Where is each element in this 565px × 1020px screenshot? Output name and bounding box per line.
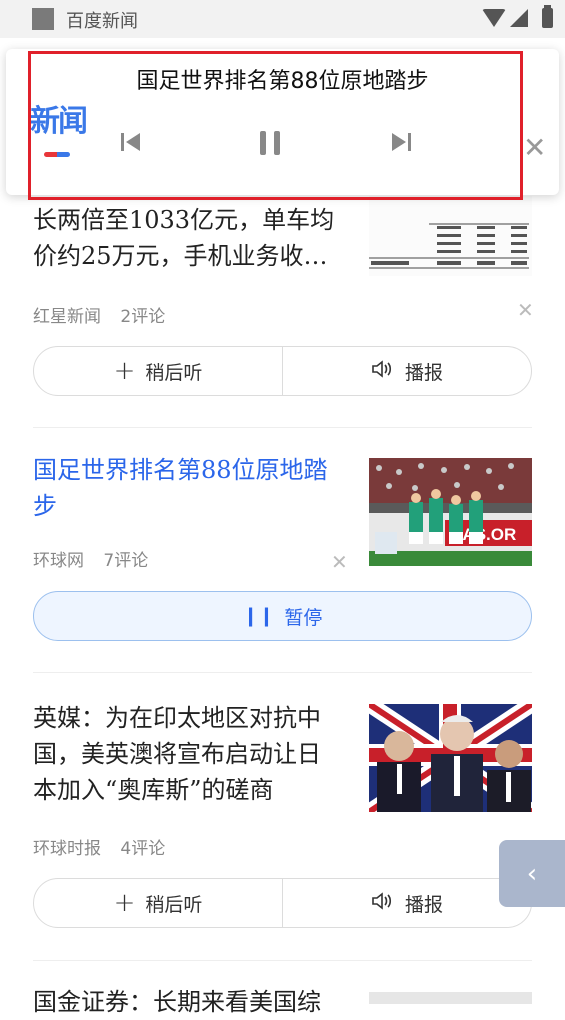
article-meta: 环球网 7评论 — [33, 546, 162, 571]
article-meta: 环球时报 4评论 — [33, 834, 179, 859]
app-icon — [32, 8, 54, 30]
listen-later-button[interactable]: + 稍后听 — [34, 347, 282, 395]
pause-icon: ❙❙ — [242, 605, 275, 627]
speaker-icon — [371, 891, 393, 915]
article-meta: 红星新闻 2评论 — [33, 302, 179, 327]
article-comments: 7评论 — [103, 551, 149, 571]
article-item[interactable]: 国金证券：长期来看美国综 — [33, 984, 532, 1020]
divider — [33, 427, 532, 428]
highlight-box — [28, 51, 523, 200]
article-headline-line: 价约25万元，手机业务收… — [33, 242, 328, 270]
wifi-icon — [482, 9, 506, 27]
article-thumbnail[interactable] — [369, 704, 532, 812]
article-thumbnail[interactable]: FAS.OR — [369, 458, 532, 566]
divider — [33, 672, 532, 673]
article-item[interactable]: 国足世界排名第88位原地踏 步 FAS.OR 环球网 7评论 ✕ ❙❙ 暂停 — [33, 452, 532, 641]
article-headline-line: 本加入“奥库斯”的磋商 — [33, 776, 274, 804]
status-bar: 百度新闻 — [0, 0, 565, 38]
listen-later-button[interactable]: + 稍后听 — [34, 879, 282, 927]
article-comments: 2评论 — [120, 307, 166, 327]
listen-later-label: 稍后听 — [145, 361, 203, 384]
article-source: 环球网 — [33, 551, 84, 571]
article-thumbnail[interactable] — [369, 992, 532, 1004]
divider — [33, 960, 532, 961]
article-comments: 4评论 — [120, 839, 166, 859]
article-thumbnail[interactable] — [369, 196, 532, 276]
close-icon[interactable]: ✕ — [523, 131, 546, 164]
article-actions: + 稍后听 播报 — [33, 346, 532, 396]
article-headline-line: 国，美英澳将宣布启动让日 — [33, 740, 321, 768]
plus-icon: + — [113, 356, 136, 386]
broadcast-button[interactable]: 播报 — [283, 347, 531, 395]
broadcast-button[interactable]: 播报 — [283, 879, 531, 927]
article-headline-line: 英媒：为在印太地区对抗中 — [33, 704, 321, 732]
plus-icon: + — [113, 888, 136, 918]
article-headline-line: 国金证券：长期来看美国综 — [33, 988, 321, 1016]
battery-icon — [542, 5, 553, 28]
leaders-photo — [369, 704, 532, 812]
article-headline-line: 长两倍至1033亿元，单车均 — [33, 206, 335, 234]
article-source: 环球时报 — [33, 839, 101, 859]
article-headline-line: 国足世界排名第88位原地踏 — [33, 456, 328, 484]
article-headline-line: 步 — [33, 492, 57, 520]
pause-label: 暂停 — [284, 606, 323, 629]
article-source: 红星新闻 — [33, 307, 101, 327]
article-item[interactable]: 长两倍至1033亿元，单车均 价约25万元，手机业务收… 红星新闻 2评论 ✕ … — [33, 196, 534, 396]
broadcast-label: 播报 — [404, 361, 443, 384]
chevron-left-icon: ‹ — [526, 858, 538, 889]
status-app-name: 百度新闻 — [66, 11, 138, 32]
speaker-icon — [371, 359, 393, 383]
broadcast-label: 播报 — [404, 893, 443, 916]
dismiss-icon[interactable]: ✕ — [517, 298, 534, 322]
financial-table-image — [369, 196, 532, 276]
side-expand-button[interactable]: ‹ — [499, 840, 565, 907]
dismiss-icon[interactable]: ✕ — [331, 550, 348, 574]
signal-icon — [510, 9, 528, 27]
article-actions: + 稍后听 播报 — [33, 878, 532, 928]
listen-later-label: 稍后听 — [145, 893, 203, 916]
pause-reading-button[interactable]: ❙❙ 暂停 — [33, 591, 532, 641]
football-team-photo: FAS.OR — [369, 458, 532, 566]
article-item[interactable]: 英媒：为在印太地区对抗中 国，美英澳将宣布启动让日 本加入“奥库斯”的磋商 环球… — [33, 700, 532, 928]
